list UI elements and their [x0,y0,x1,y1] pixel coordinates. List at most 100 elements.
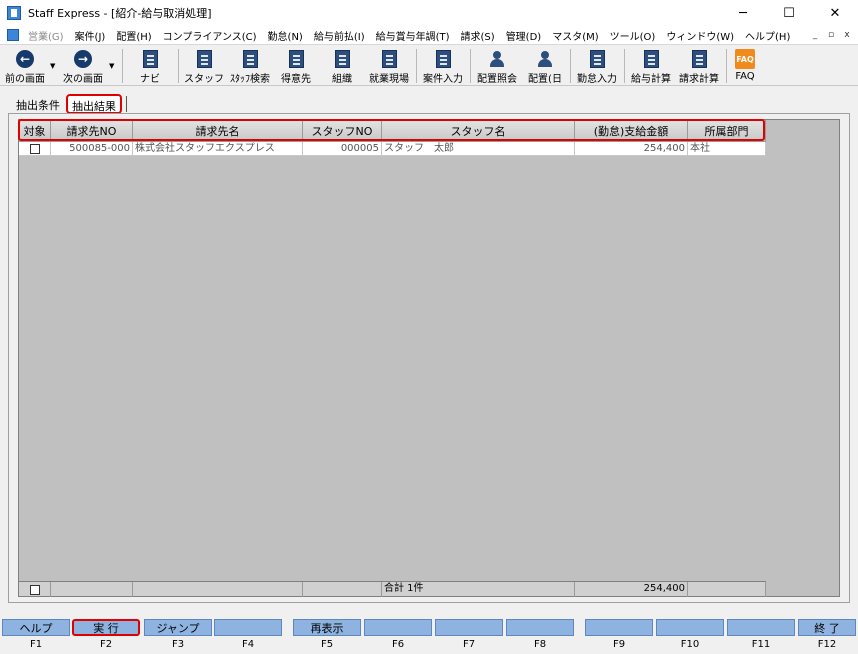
f7-button[interactable] [435,619,503,636]
fkey-f10[interactable]: F10 [656,619,724,654]
row-checkbox[interactable] [29,143,40,154]
col-staff-name[interactable]: スタッフ名 [382,120,575,142]
case-input-button[interactable]: 案件入力 [420,47,466,85]
function-key-bar: ヘルプ F1 実 行 F2 ジャンプ F3 F4 再表示 F5 F6 F7 F8… [0,619,858,654]
f4-button[interactable] [214,619,282,636]
fkey-f4[interactable]: F4 [214,619,282,654]
col-dept[interactable]: 所属部門 [688,120,766,142]
fkey-f3[interactable]: ジャンプ F3 [144,619,212,654]
f11-button[interactable] [727,619,795,636]
f8-button[interactable] [506,619,574,636]
next-screen-button[interactable]: → 次の画面 [60,47,106,85]
exit-button[interactable]: 終 了 [798,619,856,636]
staff-search-icon [242,49,258,68]
menu-bar: 営業(G) 案件(J) 配置(H) コンプライアンス(C) 勤怠(N) 給与前払… [0,26,858,44]
execute-button[interactable]: 実 行 [72,619,140,636]
f6-button[interactable] [364,619,432,636]
org-button[interactable]: 組織 [320,47,364,85]
cell-amount: 254,400 [575,142,688,156]
col-staff-no[interactable]: スタッフNO [303,120,382,142]
calculator-icon [643,49,659,68]
menu-case[interactable]: 案件(J) [75,28,106,43]
menu-billing[interactable]: 請求(S) [461,28,495,43]
table-row[interactable]: 500085-000 株式会社スタッフエクスプレス 000005 スタッフ 太郎… [19,142,766,156]
row-checkbox-cell[interactable] [19,142,51,156]
faq-icon: FAQ [735,49,755,69]
maximize-button[interactable]: ☐ [766,0,812,26]
menu-payroll[interactable]: 給与賞与年調(T) [376,28,450,43]
grid-header: 対象 請求先NO 請求先名 スタッフNO スタッフ名 (勤怠)支給金額 所属部門 [19,120,766,142]
col-billing-no[interactable]: 請求先NO [51,120,133,142]
title-bar: Staff Express - [紹介-給与取消処理] ─ ☐ ✕ [0,0,858,26]
tab-results[interactable]: 抽出結果 [66,94,122,114]
fkey-f2[interactable]: 実 行 F2 [72,619,140,654]
fkey-f12[interactable]: 終 了 F12 [798,619,856,654]
menu-help[interactable]: ヘルプ(H) [745,28,790,43]
chevron-down-icon[interactable]: ▼ [50,62,55,70]
mdi-restore-button[interactable]: ▫ [824,28,838,41]
col-target[interactable]: 対象 [19,120,51,142]
jump-button[interactable]: ジャンプ [144,619,212,636]
staff-search-button[interactable]: ｽﾀｯﾌ検索 [228,47,272,85]
menu-attendance[interactable]: 勤怠(N) [268,28,303,43]
select-all-checkbox[interactable] [29,584,40,595]
help-button[interactable]: ヘルプ [2,619,70,636]
footer-cell [51,582,133,597]
toolbar-separator [178,49,179,83]
mdi-close-button[interactable]: x [840,28,854,41]
menu-admin[interactable]: 管理(D) [506,28,542,43]
fkey-f1[interactable]: ヘルプ F1 [2,619,70,654]
footer-total-amount: 254,400 [575,582,688,597]
fkey-f5[interactable]: 再表示 F5 [293,619,361,654]
chevron-down-icon[interactable]: ▼ [109,62,114,70]
cell-staff-name: スタッフ 太郎 [382,142,575,156]
f9-button[interactable] [585,619,653,636]
col-billing-name[interactable]: 請求先名 [133,120,303,142]
col-amount[interactable]: (勤怠)支給金額 [575,120,688,142]
close-button[interactable]: ✕ [812,0,858,26]
toolbar-separator [122,49,123,83]
mdi-child-icon[interactable] [7,29,19,41]
menu-compliance[interactable]: コンプライアンス(C) [163,28,257,43]
fkey-f6[interactable]: F6 [364,619,432,654]
select-all-cell[interactable] [19,582,51,597]
menu-window[interactable]: ウィンドウ(W) [666,28,734,43]
billing-icon [691,49,707,68]
menu-advance-pay[interactable]: 給与前払(I) [314,28,365,43]
tab-conditions[interactable]: 抽出条件 [10,94,66,114]
placement-inquiry-button[interactable]: 配置照会 [474,47,520,85]
results-panel: 対象 請求先NO 請求先名 スタッフNO スタッフ名 (勤怠)支給金額 所属部門… [8,113,850,603]
footer-cell [303,582,382,597]
placement-day-button[interactable]: 配置(日 [522,47,568,85]
navi-button[interactable]: ナビ [128,47,172,85]
fkey-f7[interactable]: F7 [435,619,503,654]
toolbar-separator [416,49,417,83]
faq-button[interactable]: FAQ FAQ [730,47,760,85]
people-icon [488,50,506,68]
cell-staff-no: 000005 [303,142,382,156]
footer-total-label: 合計 1件 [382,582,575,597]
menu-tools[interactable]: ツール(O) [610,28,656,43]
staff-button[interactable]: スタッフ [182,47,226,85]
billing-calc-button[interactable]: 請求計算 [676,47,722,85]
refresh-button[interactable]: 再表示 [293,619,361,636]
f10-button[interactable] [656,619,724,636]
menu-placement[interactable]: 配置(H) [116,28,151,43]
fkey-f8[interactable]: F8 [506,619,574,654]
worksite-button[interactable]: 就業現場 [366,47,412,85]
cell-dept: 本社 [688,142,766,156]
menu-master[interactable]: マスタ(M) [552,28,598,43]
client-button[interactable]: 得意先 [274,47,318,85]
menu-sales[interactable]: 営業(G) [28,28,64,43]
staff-icon [196,49,212,68]
toolbar-separator [470,49,471,83]
cell-billing-no: 500085-000 [51,142,133,156]
footer-cell [688,582,766,597]
payroll-calc-button[interactable]: 給与計算 [628,47,674,85]
fkey-f11[interactable]: F11 [727,619,795,654]
minimize-button[interactable]: ─ [720,0,766,26]
fkey-f9[interactable]: F9 [585,619,653,654]
attendance-input-button[interactable]: 勤怠入力 [574,47,620,85]
mdi-minimize-button[interactable]: _ [808,28,822,41]
prev-screen-button[interactable]: ← 前の画面 [2,47,48,85]
